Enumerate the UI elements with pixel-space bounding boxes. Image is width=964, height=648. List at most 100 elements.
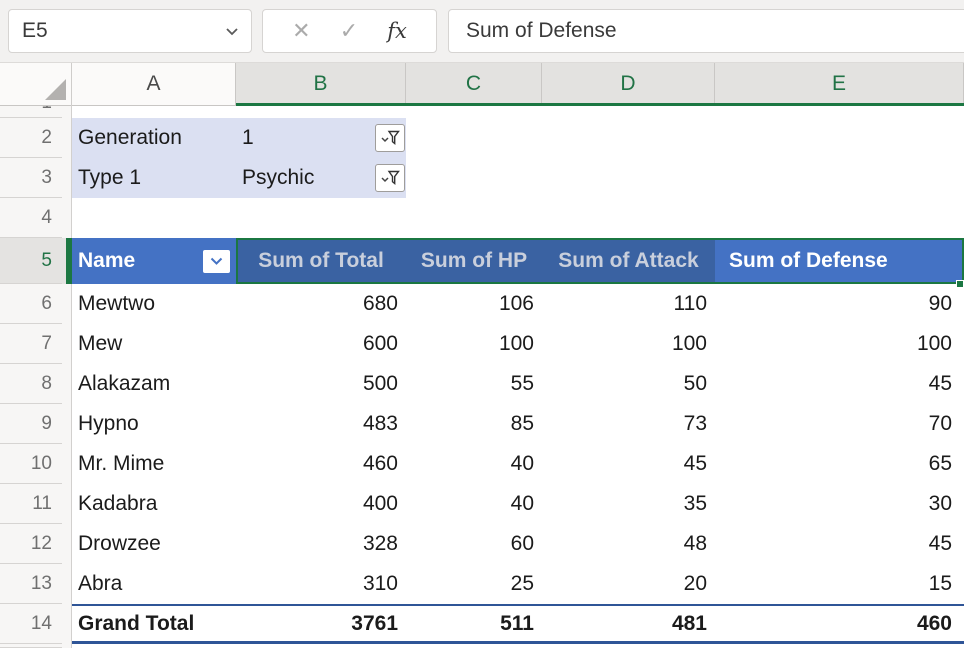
row-header-6[interactable]: 6: [0, 284, 72, 324]
cell-A2[interactable]: Generation: [72, 118, 236, 158]
cell-A5-name-header[interactable]: Name: [72, 238, 236, 284]
select-all-triangle-icon: [45, 79, 66, 100]
cell-E5-active[interactable]: Sum of Defense: [715, 238, 964, 284]
cell-B8[interactable]: 500: [236, 364, 406, 404]
chevron-down-icon: [382, 178, 388, 181]
cell-B3[interactable]: Psychic: [236, 158, 406, 198]
cell-C5[interactable]: Sum of HP: [406, 238, 542, 284]
cell-E7[interactable]: 100: [715, 324, 964, 364]
cell-B7[interactable]: 600: [236, 324, 406, 364]
select-all-corner[interactable]: [0, 63, 72, 105]
generation-filter-button[interactable]: [375, 124, 405, 152]
fx-icon[interactable]: fx: [387, 19, 407, 43]
row-header-12[interactable]: 12: [0, 524, 72, 564]
cell-D14[interactable]: 481: [542, 604, 715, 644]
row-header-10[interactable]: 10: [0, 444, 72, 484]
row-header-11[interactable]: 11: [0, 484, 72, 524]
cell-A7[interactable]: Mew: [72, 324, 236, 364]
sheet-row-1: 1: [0, 106, 964, 118]
cell-A6[interactable]: Mewtwo: [72, 284, 236, 324]
cell-D9[interactable]: 73: [542, 404, 715, 444]
cell-C6[interactable]: 106: [406, 284, 542, 324]
cell-C8[interactable]: 55: [406, 364, 542, 404]
cell-D5[interactable]: Sum of Attack: [542, 238, 715, 284]
cell-A8[interactable]: Alakazam: [72, 364, 236, 404]
name-header-label: Name: [78, 249, 135, 273]
row-header-13[interactable]: 13: [0, 564, 72, 604]
row-header-8[interactable]: 8: [0, 364, 72, 404]
enter-icon[interactable]: ✓: [340, 18, 358, 44]
cell-A9[interactable]: Hypno: [72, 404, 236, 444]
column-header-E[interactable]: E: [715, 63, 964, 105]
cell-D8[interactable]: 50: [542, 364, 715, 404]
row-header-7[interactable]: 7: [0, 324, 72, 364]
cell-D6[interactable]: 110: [542, 284, 715, 324]
sheet-grid: A B C D E 1 2 Generation 1: [0, 62, 964, 648]
pivot-row: 7 Mew 600 100 100 100: [0, 324, 964, 364]
cell-D11[interactable]: 35: [542, 484, 715, 524]
name-box[interactable]: E5: [8, 9, 252, 53]
fill-handle[interactable]: [956, 280, 964, 288]
cell-C9[interactable]: 85: [406, 404, 542, 444]
cancel-icon[interactable]: ✕: [292, 18, 310, 44]
column-header-A[interactable]: A: [72, 63, 236, 105]
cell-E6[interactable]: 90: [715, 284, 964, 324]
column-header-C[interactable]: C: [406, 63, 542, 105]
cell-A13[interactable]: Abra: [72, 564, 236, 604]
cell-E8[interactable]: 45: [715, 364, 964, 404]
cell-E12[interactable]: 45: [715, 524, 964, 564]
row-header-3[interactable]: 3: [0, 158, 72, 198]
selected-columns-underline: [236, 103, 964, 106]
row-header-14[interactable]: 14: [0, 604, 72, 644]
funnel-icon: [389, 172, 399, 184]
formula-bar[interactable]: Sum of Defense: [448, 9, 964, 53]
cell-B2[interactable]: 1: [236, 118, 406, 158]
pivot-row: 6 Mewtwo 680 106 110 90: [0, 284, 964, 324]
cell-C13[interactable]: 25: [406, 564, 542, 604]
pivot-header-row: 5 Name Sum of Total Sum of HP Sum of Att…: [0, 238, 964, 284]
cell-D13[interactable]: 20: [542, 564, 715, 604]
column-header-D[interactable]: D: [542, 63, 715, 105]
type1-filter-button[interactable]: [375, 164, 405, 192]
row-1-number: 1: [41, 106, 52, 114]
cell-D12[interactable]: 48: [542, 524, 715, 564]
cell-A14[interactable]: Grand Total: [72, 604, 236, 644]
row-header-9[interactable]: 9: [0, 404, 72, 444]
name-filter-dropdown-button[interactable]: [203, 250, 230, 273]
cell-E9[interactable]: 70: [715, 404, 964, 444]
pivot-row: 12 Drowzee 328 60 48 45: [0, 524, 964, 564]
cell-A11[interactable]: Kadabra: [72, 484, 236, 524]
excel-window: E5 ✕ ✓ fx Sum of Defense A B C D E: [0, 0, 964, 648]
cell-C7[interactable]: 100: [406, 324, 542, 364]
row-header-2[interactable]: 2: [0, 118, 72, 158]
cell-D10[interactable]: 45: [542, 444, 715, 484]
cell-C10[interactable]: 40: [406, 444, 542, 484]
cell-E13[interactable]: 15: [715, 564, 964, 604]
filter-row-type1: 3 Type 1 Psychic: [0, 158, 964, 198]
chevron-down-icon[interactable]: [225, 27, 239, 36]
cell-E10[interactable]: 65: [715, 444, 964, 484]
cell-C11[interactable]: 40: [406, 484, 542, 524]
column-header-B[interactable]: B: [236, 63, 406, 105]
row-header-4[interactable]: 4: [0, 198, 72, 238]
row-header-1[interactable]: 1: [0, 106, 72, 118]
cell-E11[interactable]: 30: [715, 484, 964, 524]
cell-B12[interactable]: 328: [236, 524, 406, 564]
type1-filter-value: Psychic: [242, 166, 314, 190]
cell-E14[interactable]: 460: [715, 604, 964, 644]
cell-B11[interactable]: 400: [236, 484, 406, 524]
cell-B6[interactable]: 680: [236, 284, 406, 324]
cell-B5[interactable]: Sum of Total: [236, 238, 406, 284]
cell-A3[interactable]: Type 1: [72, 158, 236, 198]
cell-B10[interactable]: 460: [236, 444, 406, 484]
cell-B14[interactable]: 3761: [236, 604, 406, 644]
cell-C12[interactable]: 60: [406, 524, 542, 564]
cell-A10[interactable]: Mr. Mime: [72, 444, 236, 484]
row-header-15: [0, 644, 72, 648]
cell-D7[interactable]: 100: [542, 324, 715, 364]
cell-C14[interactable]: 511: [406, 604, 542, 644]
cell-B13[interactable]: 310: [236, 564, 406, 604]
cell-B9[interactable]: 483: [236, 404, 406, 444]
cell-A12[interactable]: Drowzee: [72, 524, 236, 564]
row-header-5[interactable]: 5: [0, 238, 72, 284]
